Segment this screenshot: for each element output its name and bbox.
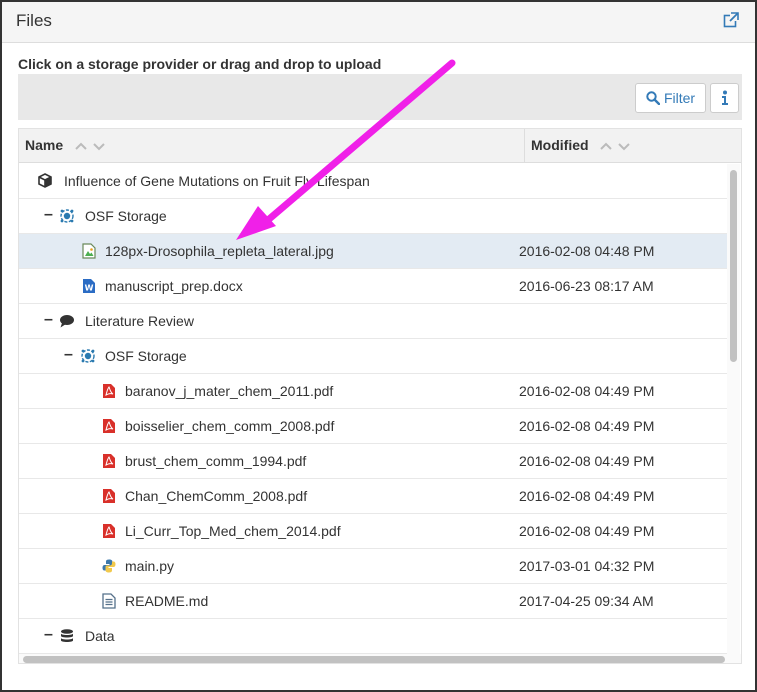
pdf-file-icon [101, 488, 117, 504]
grid-header: Name Modified [19, 129, 741, 163]
pdf-file-icon [101, 453, 117, 469]
search-icon [646, 91, 660, 105]
tree-row-label: boisselier_chem_comm_2008.pdf [125, 418, 335, 434]
filter-button[interactable]: Filter [635, 83, 706, 113]
tree-row-file[interactable]: W manuscript_prep.docx 2016-06-23 08:17 … [19, 269, 727, 304]
project-cube-icon [37, 173, 53, 189]
modified-date: 2016-02-08 04:49 PM [519, 453, 655, 469]
files-panel: Files Click on a storage provider or dra… [0, 0, 757, 692]
modified-date: 2016-02-08 04:49 PM [519, 488, 655, 504]
modified-sort-icon[interactable] [600, 139, 632, 157]
pdf-file-icon [101, 418, 117, 434]
image-file-icon [81, 243, 97, 259]
tree-row-file[interactable]: README.md 2017-04-25 09:34 AM [19, 584, 727, 619]
tree-row-label: main.py [125, 558, 175, 574]
pdf-file-icon [101, 523, 117, 539]
column-name-header[interactable]: Name [25, 137, 63, 153]
tree-row-label: Data [85, 628, 115, 644]
tree-row-label: brust_chem_comm_1994.pdf [125, 453, 307, 469]
tree-row-label: Li_Curr_Top_Med_chem_2014.pdf [125, 523, 341, 539]
tree-row-label: README.md [125, 593, 209, 609]
file-toolbar: Filter [18, 74, 742, 120]
modified-date: 2016-02-08 04:49 PM [519, 523, 655, 539]
svg-text:W: W [85, 284, 94, 293]
panel-title: Files [16, 11, 52, 30]
text-file-icon [101, 593, 117, 609]
database-icon [59, 628, 75, 644]
collapse-toggle[interactable]: – [64, 347, 74, 363]
collapse-toggle[interactable]: – [44, 207, 54, 223]
tree-row-osf-storage[interactable]: – OSF Storage [19, 199, 727, 234]
word-file-icon: W [81, 278, 97, 294]
tree-row-project[interactable]: Influence of Gene Mutations on Fruit Fly… [19, 164, 727, 199]
upload-hint: Click on a storage provider or drag and … [18, 56, 382, 72]
panel-header: Files [2, 2, 755, 43]
comment-icon [59, 313, 75, 329]
filter-label: Filter [663, 90, 696, 106]
tree-row-file[interactable]: boisselier_chem_comm_2008.pdf 2016-02-08… [19, 409, 727, 444]
tree-row-file[interactable]: 128px-Drosophila_repleta_lateral.jpg 201… [19, 234, 727, 269]
tree-row-file[interactable]: Li_Curr_Top_Med_chem_2014.pdf 2016-02-08… [19, 514, 727, 549]
name-sort-icon[interactable] [75, 139, 107, 157]
collapse-toggle[interactable]: – [44, 312, 54, 328]
pdf-file-icon [101, 383, 117, 399]
osf-storage-icon [59, 208, 75, 224]
python-file-icon [101, 558, 117, 574]
tree-row-component[interactable]: – Data [19, 619, 727, 654]
external-link-icon[interactable] [723, 12, 741, 30]
modified-date: 2016-02-08 04:49 PM [519, 383, 655, 399]
info-button[interactable] [710, 83, 739, 113]
tree-row-label: OSF Storage [105, 348, 187, 364]
column-divider[interactable] [524, 129, 525, 163]
modified-date: 2016-02-08 04:49 PM [519, 418, 655, 434]
tree-row-label: OSF Storage [85, 208, 167, 224]
modified-date: 2016-02-08 04:48 PM [519, 243, 655, 259]
modified-date: 2017-03-01 04:32 PM [519, 558, 655, 574]
tree-row-osf-storage[interactable]: – OSF Storage [19, 339, 727, 374]
collapse-toggle[interactable]: – [44, 627, 54, 643]
tree-row-file[interactable]: brust_chem_comm_1994.pdf 2016-02-08 04:4… [19, 444, 727, 479]
modified-date: 2016-06-23 08:17 AM [519, 278, 654, 294]
tree-row-file[interactable]: baranov_j_mater_chem_2011.pdf 2016-02-08… [19, 374, 727, 409]
horizontal-scroll-thumb[interactable] [23, 656, 725, 663]
osf-storage-icon [80, 348, 96, 364]
vertical-scroll-thumb[interactable] [730, 170, 737, 362]
tree-row-label: Influence of Gene Mutations on Fruit Fly… [64, 173, 370, 189]
column-modified-header[interactable]: Modified [531, 137, 589, 153]
file-tree-grid: Name Modified Influence of Gene Mutation… [18, 128, 742, 664]
tree-row-label: manuscript_prep.docx [105, 278, 243, 294]
modified-date: 2017-04-25 09:34 AM [519, 593, 654, 609]
info-icon [721, 90, 728, 105]
tree-row-component[interactable]: – Literature Review [19, 304, 727, 339]
vertical-scrollbar[interactable] [727, 164, 740, 654]
horizontal-scrollbar[interactable] [19, 654, 741, 663]
tree-row-label: Literature Review [85, 313, 194, 329]
tree-row-label: Chan_ChemComm_2008.pdf [125, 488, 308, 504]
tree-row-file[interactable]: main.py 2017-03-01 04:32 PM [19, 549, 727, 584]
tree-row-label: baranov_j_mater_chem_2011.pdf [125, 383, 334, 399]
file-tree-rows: Influence of Gene Mutations on Fruit Fly… [19, 164, 727, 654]
tree-row-file[interactable]: Chan_ChemComm_2008.pdf 2016-02-08 04:49 … [19, 479, 727, 514]
tree-row-label: 128px-Drosophila_repleta_lateral.jpg [105, 243, 334, 259]
